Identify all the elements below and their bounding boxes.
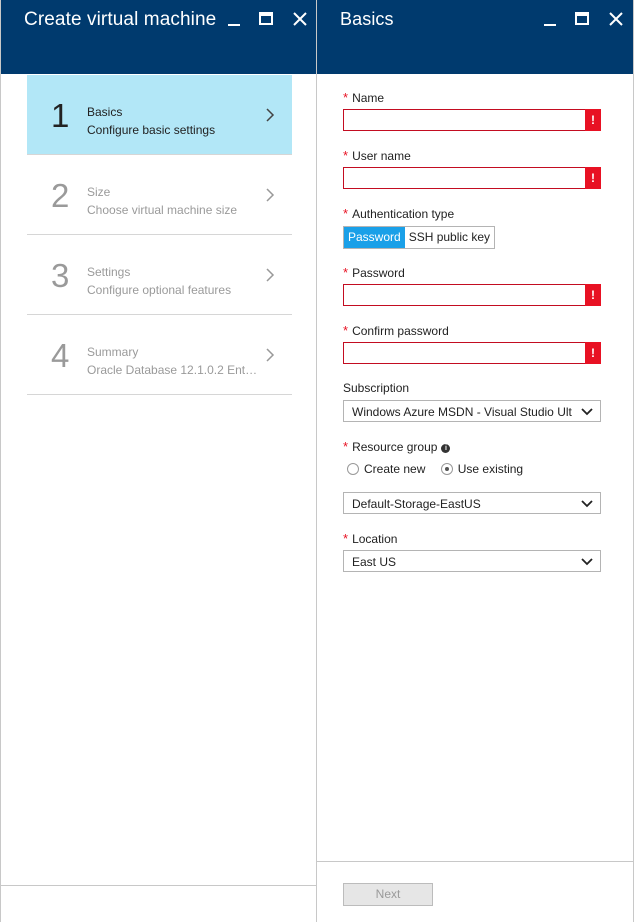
- resource-group-label: * Resource group i: [343, 439, 451, 454]
- required-marker: *: [343, 265, 349, 280]
- required-marker: *: [343, 90, 349, 105]
- step-subtitle: Configure optional features: [87, 283, 232, 297]
- chevron-down-icon: [581, 500, 593, 508]
- basics-blade: Basics * Name ! * User name ! * Authenticat…: [317, 0, 634, 922]
- blade-header: Create virtual machine: [1, 0, 316, 74]
- use-existing-label: Use existing: [457, 462, 524, 476]
- chevron-right-icon: [266, 348, 275, 362]
- step-subtitle: Configure basic settings: [87, 123, 216, 137]
- auth-password-option[interactable]: Password: [344, 227, 405, 248]
- next-button[interactable]: Next: [343, 883, 433, 906]
- step-settings[interactable]: 3 Settings Configure optional features: [27, 235, 292, 315]
- error-icon: !: [585, 342, 601, 364]
- blade-footer-divider: [1, 885, 316, 886]
- minimize-icon[interactable]: [539, 8, 561, 30]
- password-label-text: Password: [352, 266, 405, 280]
- step-basics[interactable]: 1 Basics Configure basic settings: [27, 75, 292, 155]
- step-title: Basics: [87, 105, 123, 119]
- password-input[interactable]: !: [343, 284, 601, 306]
- error-icon: !: [585, 284, 601, 306]
- chevron-right-icon: [266, 268, 275, 282]
- auth-ssh-option[interactable]: SSH public key: [405, 227, 494, 248]
- auth-type-toggle: Password SSH public key: [343, 226, 496, 249]
- chevron-down-icon: [581, 558, 593, 566]
- confirm-password-input[interactable]: !: [343, 342, 601, 364]
- step-number: 1: [51, 97, 70, 134]
- resource-group-value: Default-Storage-EastUS: [352, 497, 481, 511]
- confirm-password-label-text: Confirm password: [352, 324, 449, 338]
- location-select[interactable]: East US: [343, 550, 601, 572]
- required-marker: *: [343, 148, 349, 163]
- create-new-label: Create new: [364, 462, 426, 476]
- resource-group-label-text: Resource group: [352, 440, 438, 454]
- use-existing-radio[interactable]: Use existing: [440, 462, 524, 476]
- step-title: Settings: [87, 265, 131, 279]
- step-title: Summary: [87, 345, 139, 359]
- blade-footer-divider: [317, 861, 633, 862]
- step-number: 3: [51, 257, 70, 294]
- chevron-down-icon: [581, 408, 593, 416]
- wizard-steps: 1 Basics Configure basic settings 2 Size…: [27, 75, 292, 395]
- resource-group-radio-group: Create new Use existing: [347, 462, 535, 476]
- subscription-label: Subscription: [343, 381, 410, 395]
- chevron-right-icon: [266, 188, 275, 202]
- radio-circle: [347, 463, 359, 475]
- error-icon: !: [585, 109, 601, 131]
- close-icon[interactable]: [289, 8, 311, 30]
- required-marker: *: [343, 323, 349, 338]
- resource-group-select[interactable]: Default-Storage-EastUS: [343, 492, 601, 514]
- location-value: East US: [352, 555, 397, 569]
- create-vm-blade: Create virtual machine 1 Basics Configur…: [0, 0, 317, 922]
- step-subtitle: Oracle Database 12.1.0.2 Enter...: [87, 363, 259, 377]
- step-size[interactable]: 2 Size Choose virtual machine size: [27, 155, 292, 235]
- error-icon: !: [585, 167, 601, 189]
- info-icon[interactable]: i: [441, 444, 451, 453]
- chevron-right-icon: [266, 108, 275, 122]
- radio-circle-checked: [440, 463, 453, 475]
- name-label: * Name: [343, 90, 384, 105]
- close-icon[interactable]: [605, 8, 627, 30]
- location-label: * Location: [343, 531, 397, 546]
- maximize-icon[interactable]: [255, 8, 277, 30]
- blade-title: Create virtual machine: [24, 9, 217, 30]
- auth-type-label-text: Authentication type: [352, 207, 455, 221]
- step-title: Size: [87, 185, 111, 199]
- step-subtitle: Choose virtual machine size: [87, 203, 238, 217]
- name-label-text: Name: [352, 91, 385, 105]
- step-summary[interactable]: 4 Summary Oracle Database 12.1.0.2 Enter…: [27, 315, 292, 395]
- maximize-icon[interactable]: [571, 8, 593, 30]
- blade-header: Basics: [317, 0, 633, 74]
- required-marker: *: [343, 206, 349, 221]
- minimize-icon[interactable]: [223, 8, 245, 30]
- confirm-password-label: * Confirm password: [343, 323, 449, 338]
- subscription-value: Windows Azure MSDN - Visual Studio Ult: [352, 405, 572, 419]
- required-marker: *: [343, 439, 349, 454]
- subscription-select[interactable]: Windows Azure MSDN - Visual Studio Ult: [343, 400, 601, 422]
- required-marker: *: [343, 531, 349, 546]
- password-label: * Password: [343, 265, 405, 280]
- auth-type-label: * Authentication type: [343, 206, 454, 221]
- step-number: 2: [51, 177, 70, 214]
- location-label-text: Location: [352, 532, 398, 546]
- user-name-input[interactable]: !: [343, 167, 601, 189]
- create-new-radio[interactable]: Create new: [347, 462, 425, 476]
- name-input[interactable]: !: [343, 109, 601, 131]
- blade-title: Basics: [340, 9, 394, 29]
- user-name-label: * User name: [343, 148, 411, 163]
- user-name-label-text: User name: [352, 149, 411, 163]
- step-number: 4: [51, 337, 70, 374]
